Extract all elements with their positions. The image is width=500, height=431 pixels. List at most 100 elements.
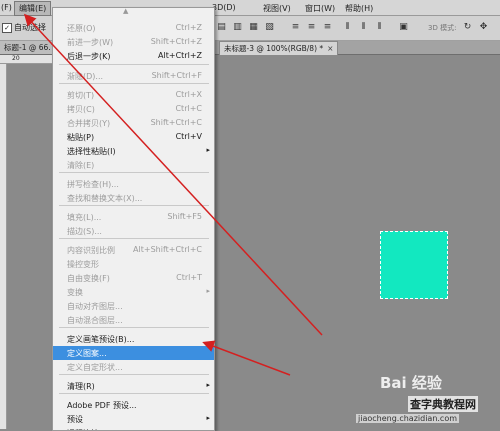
edit-menu-item[interactable]: 合并拷贝(Y) Shift+Ctrl+C <box>53 116 214 130</box>
menu-item-label: 拼写检查(H)... <box>67 180 119 189</box>
edit-menu-item[interactable]: 清除(E) <box>53 158 214 172</box>
menu-item-label: 预设 <box>67 415 83 424</box>
edit-menu-item[interactable]: 定义图案... <box>53 346 214 360</box>
menu-item-label: 合并拷贝(Y) <box>67 119 111 128</box>
edit-menu-item[interactable]: 定义画笔预设(B)... <box>53 332 214 346</box>
distribute-left-icon[interactable]: ⦀ <box>342 22 353 33</box>
menu-item-shortcut: Ctrl+Z <box>175 23 202 32</box>
menu-item-label: 清除(E) <box>67 161 95 170</box>
menu-item-label: 定义画笔预设(B)... <box>67 335 135 344</box>
submenu-arrow-icon: ▸ <box>206 414 210 422</box>
edit-menu-item[interactable]: 预设 ▸ <box>53 412 214 426</box>
auto-select-checkbox[interactable]: ✓ <box>2 22 12 33</box>
site-name: 教程网 <box>443 398 476 411</box>
edit-menu-item[interactable]: 还原(O) Ctrl+Z <box>53 21 214 35</box>
pan-3d-icon[interactable]: ✥ <box>478 22 489 33</box>
menu-item-label: 选择性粘贴(I) <box>67 147 116 156</box>
menu-item-shortcut: Shift+Ctrl+F <box>151 71 202 80</box>
edit-menu-item[interactable]: 内容识别比例 Alt+Shift+Ctrl+C <box>53 243 214 257</box>
distribute-middle-icon[interactable]: ≡ <box>306 22 317 33</box>
edit-menu-item[interactable]: 定义自定形状... <box>53 360 214 374</box>
edit-menu-item[interactable]: 描边(S)... <box>53 224 214 238</box>
edit-menu-item[interactable]: 粘贴(P) Ctrl+V <box>53 130 214 144</box>
site-watermark: 查字典教程网 <box>408 396 478 412</box>
edit-menu-item[interactable]: 拷贝(C) Ctrl+C <box>53 102 214 116</box>
distribute-top-icon[interactable]: ≡ <box>290 22 301 33</box>
auto-select-label: 自动选择 <box>14 23 46 32</box>
menu-item-label: 自由变换(F) <box>67 274 110 283</box>
horizontal-ruler: 20 <box>0 55 52 64</box>
close-tab-icon[interactable]: × <box>327 44 333 53</box>
menu-help[interactable]: 帮助(H) <box>345 3 373 14</box>
menu-item-shortcut: Ctrl+V <box>175 132 202 141</box>
menu-item-label: 渐隐(D)... <box>67 72 104 81</box>
menu-item-label: 清理(R) <box>67 382 95 391</box>
distribute-bottom-icon[interactable]: ≡ <box>322 22 333 33</box>
ruler-tick-label: 20 <box>12 55 20 62</box>
menu-item-shortcut: Ctrl+T <box>176 273 202 282</box>
menu-item-label: 还原(O) <box>67 24 96 33</box>
menu-item-shortcut: Shift+Ctrl+Z <box>150 37 202 46</box>
edit-menu-item[interactable]: 变换 ▸ <box>53 285 214 299</box>
menu-separator <box>59 172 209 173</box>
menu-file[interactable]: (F) <box>1 3 12 12</box>
edit-menu-item[interactable]: 查找和替换文本(X)... <box>53 191 214 205</box>
edit-menu-dropdown: ▲ 还原(O) Ctrl+Z 前进一步(W) Shift+Ctrl+Z 后退一步(K) A… <box>52 7 215 431</box>
selected-square-shape[interactable] <box>380 231 448 299</box>
menu-item-label: 自动混合图层... <box>67 316 123 325</box>
auto-align-icon[interactable]: ▣ <box>398 22 409 33</box>
menu-item-label: 粘贴(P) <box>67 133 95 142</box>
edit-menu-item[interactable]: 拼写检查(H)... <box>53 177 214 191</box>
doc-tab-3-label: 未标题-3 @ 100%(RGB/8) * <box>224 44 324 53</box>
distribute-right-icon[interactable]: ⦀ <box>374 22 385 33</box>
menu-separator <box>59 205 209 206</box>
doc-tab-3[interactable]: 未标题-3 @ 100%(RGB/8) * × <box>219 41 339 55</box>
menu-window[interactable]: 窗口(W) <box>305 3 335 14</box>
submenu-arrow-icon: ▸ <box>206 146 210 154</box>
menu-item-label: 变换 <box>67 288 83 297</box>
menu-item-shortcut: Shift+Ctrl+C <box>150 118 202 127</box>
align-center-icon[interactable]: ▥ <box>232 22 243 33</box>
menu-item-label: 内容识别比例 <box>67 246 115 255</box>
menu-item-label: 定义图案... <box>67 349 107 358</box>
menu-separator <box>59 393 209 394</box>
edit-menu-item[interactable]: 渐隐(D)... Shift+Ctrl+F <box>53 69 214 83</box>
menu-scroll-up-icon[interactable]: ▲ <box>123 8 128 15</box>
edit-menu-item[interactable]: 自动混合图层... <box>53 313 214 327</box>
edit-menu-item[interactable]: 清理(R) ▸ <box>53 379 214 393</box>
menu-item-label: 填充(L)... <box>67 213 102 222</box>
menu-item-label: Adobe PDF 预设... <box>67 401 137 410</box>
menu-edit[interactable]: 编辑(E) <box>14 1 52 16</box>
edit-menu-item[interactable]: 操控变形 <box>53 257 214 271</box>
rotate-3d-icon[interactable]: ↻ <box>462 22 473 33</box>
menu-separator <box>59 83 209 84</box>
doc-tab-1[interactable]: 标题-1 @ 66.7% <box>0 41 63 54</box>
menu-view[interactable]: 视图(V) <box>263 3 291 14</box>
edit-menu-item[interactable]: 自由变换(F) Ctrl+T <box>53 271 214 285</box>
submenu-arrow-icon: ▸ <box>206 287 210 295</box>
auto-select-option[interactable]: ✓ 自动选择 <box>2 22 46 33</box>
align-top-icon[interactable]: ▧ <box>264 22 275 33</box>
edit-menu-item[interactable]: 后退一步(K) Alt+Ctrl+Z <box>53 49 214 63</box>
menu-item-shortcut: Ctrl+C <box>175 104 202 113</box>
edit-menu-item[interactable]: 前进一步(W) Shift+Ctrl+Z <box>53 35 214 49</box>
edit-menu-item[interactable]: 填充(L)... Shift+F5 <box>53 210 214 224</box>
site-prefix: 查字典 <box>410 398 443 411</box>
menu-item-shortcut: Alt+Ctrl+Z <box>158 51 202 60</box>
menu-item-label: 剪切(T) <box>67 91 95 100</box>
menu-item-shortcut: Ctrl+X <box>175 90 202 99</box>
menu-item-label: 自动对齐图层... <box>67 302 123 311</box>
menu-separator <box>59 374 209 375</box>
edit-menu-item[interactable]: 自动对齐图层... <box>53 299 214 313</box>
align-right-icon[interactable]: ▦ <box>248 22 259 33</box>
menu-item-label: 后退一步(K) <box>67 52 111 61</box>
edit-menu-item[interactable]: Adobe PDF 预设... <box>53 398 214 412</box>
menu-item-label: 描边(S)... <box>67 227 102 236</box>
edit-menu-item[interactable]: 剪切(T) Ctrl+X <box>53 88 214 102</box>
edit-menu-item[interactable]: 选择性粘贴(I) ▸ <box>53 144 214 158</box>
menu-3d[interactable]: 3D(D) <box>212 3 236 12</box>
align-left-icon[interactable]: ▤ <box>216 22 227 33</box>
menu-separator <box>59 238 209 239</box>
distribute-center-icon[interactable]: ⦀ <box>358 22 369 33</box>
mode-3d-label: 3D 模式: <box>428 24 457 32</box>
